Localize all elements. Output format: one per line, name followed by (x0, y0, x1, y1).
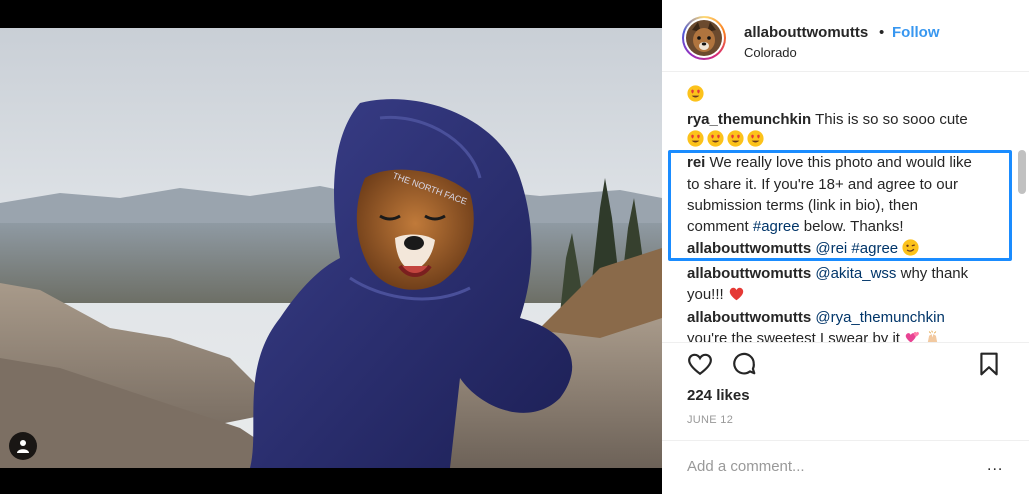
heart-eyes-emoji-icon (687, 85, 704, 102)
comment-item: allabouttwomutts @akita_wss why thank (687, 263, 1007, 285)
comment-text-line-1: We really love this photo and would like (709, 154, 972, 171)
hearts-emoji-icon (905, 331, 920, 342)
mention-link[interactable]: @rya_themunchkin (815, 309, 944, 326)
hashtag-link[interactable]: #agree (753, 218, 800, 235)
comment-item: rei We really love this photo and would … (687, 152, 1007, 174)
bookmark-icon[interactable] (976, 351, 1002, 377)
heart-eyes-emoji-icon (747, 130, 764, 147)
heart-eyes-emoji-icon (727, 130, 744, 147)
comment-text: you're the sweetest I swear by it (687, 330, 900, 342)
more-icon[interactable]: ... (987, 457, 1003, 475)
dog-photo-illustration: THE NORTH FACE (0, 28, 662, 468)
wink-emoji-icon (902, 239, 919, 256)
red-heart-emoji-icon (729, 287, 744, 301)
comments-scrollbar-track[interactable] (1016, 72, 1029, 342)
tag-user-button[interactable] (9, 432, 37, 460)
post-date: JUNE 12 (687, 414, 734, 426)
comment-text-line-4: comment #agree below. Thanks! (687, 216, 1007, 238)
post-header: allabouttwomutts • Follow Colorado (662, 0, 1029, 72)
avatar[interactable] (682, 16, 726, 60)
comment-username[interactable]: allabouttwomutts (687, 265, 811, 282)
heart-eyes-emoji-icon (707, 130, 724, 147)
comment-text: This is so so sooo cute (815, 111, 968, 128)
post-sidebar: allabouttwomutts • Follow Colorado rya_t… (662, 0, 1029, 494)
comment-item: rya_themunchkin This is so so sooo cute (687, 109, 1007, 131)
heart-eyes-emoji-icon (687, 130, 704, 147)
comment-text-prefix: comment (687, 218, 753, 235)
comment-username[interactable]: rei (687, 154, 705, 171)
comment-item: allabouttwomutts @rei #agree (687, 238, 1007, 260)
comments-scrollbar-thumb[interactable] (1018, 150, 1026, 194)
comment-item: allabouttwomutts @rya_themunchkin (687, 307, 1007, 329)
likes-count[interactable]: 224 likes (687, 387, 750, 404)
hands-emoji-icon (928, 330, 938, 342)
comment-text-line-3: submission terms (link in bio), then (687, 197, 918, 214)
avatar-dog-icon (686, 20, 722, 56)
heart-icon[interactable] (687, 351, 713, 377)
comment-username[interactable]: allabouttwomutts (687, 240, 811, 257)
post-username[interactable]: allabouttwomutts (744, 24, 868, 41)
photo-pane: THE NORTH FACE (0, 0, 662, 494)
add-comment-bar: ... (662, 440, 1029, 494)
add-comment-input[interactable] (687, 455, 977, 477)
comment-text-line-2: you're the sweetest I swear by it (687, 328, 1007, 342)
post-photo[interactable]: THE NORTH FACE (0, 28, 662, 468)
comments-list: rya_themunchkin This is so so sooo cute … (662, 72, 1029, 342)
comment-emoji-row (687, 129, 1007, 151)
comment-text-line-2: you!!! (687, 284, 1007, 306)
comment-text: why thank (900, 265, 969, 282)
comment-username[interactable]: rya_themunchkin (687, 111, 811, 128)
comment-username[interactable]: allabouttwomutts (687, 309, 811, 326)
comment-text: you!!! (687, 286, 724, 303)
comment-item (687, 84, 1007, 106)
comment-text-suffix: below. Thanks! (799, 218, 904, 235)
post-location[interactable]: Colorado (744, 45, 797, 60)
tag-user-icon (17, 440, 29, 453)
mention-link[interactable]: @akita_wss (815, 265, 896, 282)
hashtag-link[interactable]: #agree (851, 240, 898, 257)
comment-text-line-2: to share it. If you're 18+ and agree to … (687, 176, 958, 193)
instagram-post-view: THE NORTH FACE allabouttwomutts • Follow… (0, 0, 1029, 494)
follow-button[interactable]: Follow (892, 24, 940, 41)
mention-link[interactable]: @rei (815, 240, 847, 257)
action-bar (662, 342, 1029, 382)
separator-dot: • (879, 24, 885, 41)
comment-icon[interactable] (731, 351, 757, 377)
